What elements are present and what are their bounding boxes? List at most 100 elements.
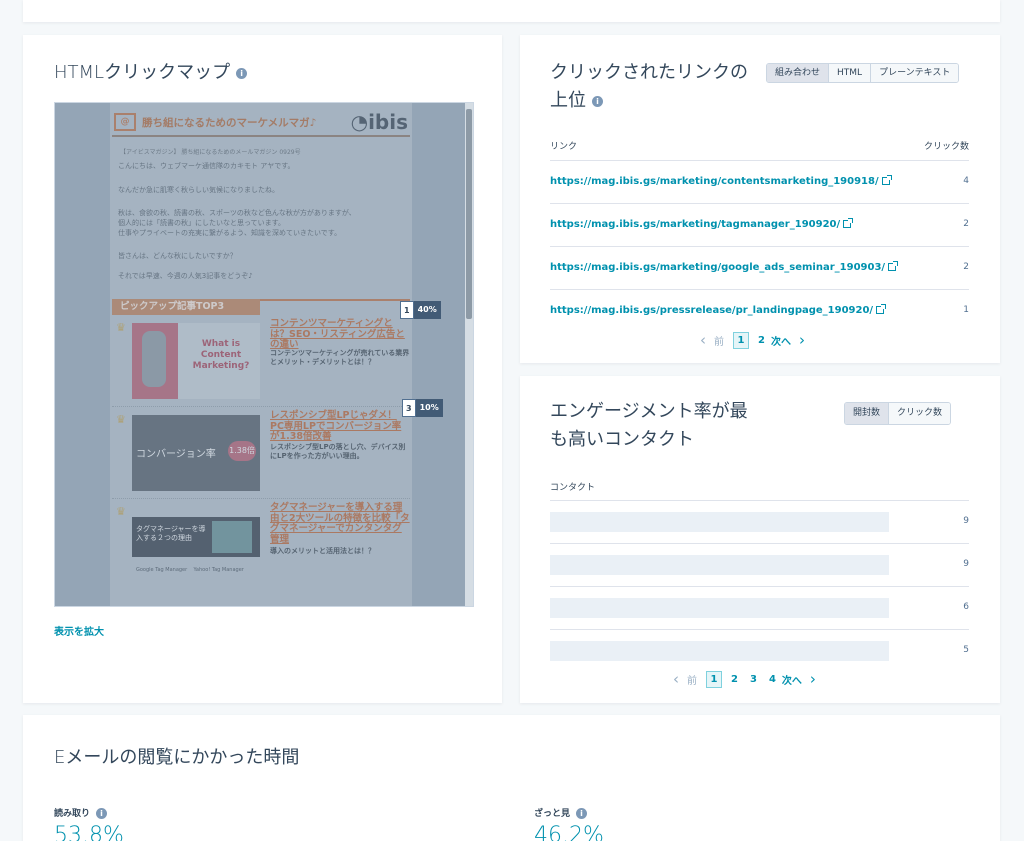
email-paragraph: なんだか急に肌寒く秋らしい気候になりましたね。 — [118, 186, 279, 194]
email-paragraph: それでは早速、今週の人気3記事をどうぞ♪ — [118, 272, 253, 280]
thumbnail-caption: Google Tag Manager Yahoo! Tag Manager — [136, 567, 244, 573]
table-row: 6 — [550, 586, 969, 629]
contact-placeholder[interactable] — [550, 641, 889, 661]
crown-icon: ♛ — [116, 505, 126, 518]
toggle-html[interactable]: HTML — [829, 64, 872, 82]
toggle-combined[interactable]: 組み合わせ — [767, 64, 830, 82]
expand-view-link[interactable]: 表示を拡大 — [54, 623, 104, 638]
top-card — [23, 0, 1000, 22]
contact-placeholder[interactable] — [550, 512, 889, 532]
engagement-title: エンゲージメント率が最 も高いコンタクト — [550, 401, 748, 450]
scrollbar[interactable] — [465, 103, 473, 606]
click-percent: 10% — [415, 399, 443, 417]
ibis-logo: ◔ibis — [350, 110, 408, 134]
external-link-icon — [881, 175, 892, 185]
page-3-button[interactable]: 3 — [750, 674, 757, 685]
crown-icon: ♛ — [116, 321, 126, 334]
email-paragraph: 皆さんは、どんな秋にしたいですか？ — [118, 252, 237, 260]
click-percent: 40% — [413, 301, 441, 319]
thumbnail-badge: 1.38倍 — [228, 441, 256, 461]
contact-placeholder[interactable] — [550, 598, 889, 618]
page-4-button[interactable]: 4 — [769, 674, 776, 685]
table-row: 9 — [550, 543, 969, 586]
read-time-title: Eメールの閲覧にかかった時間 — [54, 747, 300, 768]
article-title-link[interactable]: レスポンシブ型LPじゃダメ！PC専用LPでコンバージョン率が1.38倍改善 — [270, 410, 410, 443]
article-title-link[interactable]: タグマネージャーを導入する理由と2大ツールの特徴を比較「タグマネージャーでカンタ… — [270, 502, 410, 545]
top-links-title: クリックされたリンクの 上位 i — [550, 62, 748, 111]
click-count: 2 — [963, 219, 969, 229]
email-header: @ 勝ち組になるためのマーケメルマガ♪ ◔ibis — [112, 109, 410, 137]
click-map-title: HTMLクリックマップ i — [54, 59, 248, 87]
mail-logo-icon: @ — [114, 113, 136, 131]
info-icon[interactable]: i — [576, 808, 588, 819]
chevron-left-icon[interactable]: ‹ — [673, 670, 679, 688]
prev-page-button[interactable]: 前 — [687, 672, 697, 687]
engagement-value: 6 — [963, 602, 969, 612]
column-header-clicks: クリック数 — [923, 142, 969, 152]
article-item[interactable]: ♛ What is Content Marketing? コンテンツマーケティン… — [112, 317, 410, 407]
engagement-value: 5 — [963, 645, 969, 655]
pagination: ‹ 前 1 2 次へ › — [692, 331, 813, 349]
click-count: 4 — [963, 176, 969, 186]
article-title-link[interactable]: コンテンツマーケティングとは？SEO・リスティング広告との違い — [270, 318, 410, 351]
table-row: 5 — [550, 629, 969, 665]
thumbnail-text: タグマネージャーを導入する２つの理由 — [136, 525, 206, 542]
page-2-button[interactable]: 2 — [758, 335, 765, 346]
click-count: 2 — [963, 262, 969, 272]
thumbnail-text: What is Content Marketing? — [192, 339, 250, 371]
engagement-toggle[interactable]: 開封数 クリック数 — [844, 402, 952, 425]
read-time-card: Eメールの閲覧にかかった時間 読み取り i 53.8% ざっと見 i 46.2% — [23, 715, 1000, 841]
stat-value-read: 53.8% — [54, 823, 124, 841]
article-item[interactable]: ♛ タグマネージャーを導入する２つの理由 Google Tag Manager … — [112, 501, 410, 591]
external-link-icon — [876, 304, 887, 314]
article-description: コンテンツマーケティングが売れている業界とメリット・デメリットとは！？ — [270, 349, 410, 366]
pickup-heading: ピックアップ記事TOP3 — [112, 299, 260, 315]
top-links-card: クリックされたリンクの 上位 i 組み合わせ HTML プレーンテキスト リンク ク… — [520, 35, 1000, 363]
next-page-button[interactable]: 次へ — [782, 672, 802, 687]
click-badge[interactable]: 1 40% — [400, 301, 441, 319]
engagement-card: エンゲージメント率が最 も高いコンタクト 開封数 クリック数 コンタクト 9 9 … — [520, 376, 1000, 703]
page-2-button[interactable]: 2 — [731, 674, 738, 685]
article-thumbnail: コンバージョン率 1.38倍 — [132, 415, 260, 491]
contact-placeholder[interactable] — [550, 555, 889, 575]
email-paragraph: 秋は、食欲の秋、読書の秋、スポーツの秋など色んな秋が方がありますが、 個人的には… — [118, 209, 356, 237]
email-paragraph: こんにちは、ウェブマーケ通信隊のカキモト アヤです。 — [118, 162, 295, 170]
toggle-clicks[interactable]: クリック数 — [889, 403, 951, 424]
toggle-opens[interactable]: 開封数 — [845, 403, 890, 424]
link-url[interactable]: https://mag.ibis.gs/marketing/contentsma… — [550, 175, 892, 187]
stat-label-skim: ざっと見 i — [534, 806, 588, 819]
engagement-value: 9 — [963, 516, 969, 526]
page-1-button[interactable]: 1 — [706, 670, 722, 688]
link-url[interactable]: https://mag.ibis.gs/marketing/tagmanager… — [550, 218, 854, 230]
table-row: https://mag.ibis.gs/pressrelease/pr_land… — [550, 289, 969, 319]
stat-value-skim: 46.2% — [534, 823, 604, 841]
prev-page-button[interactable]: 前 — [714, 333, 724, 348]
info-icon[interactable]: i — [592, 95, 603, 107]
info-icon[interactable]: i — [236, 67, 248, 79]
article-description: 導入のメリットと活用法とは！？ — [270, 547, 375, 555]
click-count: 1 — [400, 301, 414, 319]
page-1-button[interactable]: 1 — [733, 331, 749, 349]
email-subheader: 【アイビスマガジン】 勝ち組になるためのメールマガジン 0929号 — [120, 149, 301, 156]
table-row: https://mag.ibis.gs/marketing/google_ads… — [550, 246, 969, 289]
link-type-toggle[interactable]: 組み合わせ HTML プレーンテキスト — [766, 63, 960, 83]
email-header-title: 勝ち組になるためのマーケメルマガ♪ — [142, 117, 317, 129]
email-body: @ 勝ち組になるためのマーケメルマガ♪ ◔ibis 【アイビスマガジン】 勝ち組… — [110, 103, 412, 606]
column-header-contact: コンタクト — [550, 483, 596, 493]
info-icon[interactable]: i — [96, 808, 108, 819]
link-url[interactable]: https://mag.ibis.gs/pressrelease/pr_land… — [550, 304, 887, 316]
chevron-left-icon[interactable]: ‹ — [700, 331, 706, 349]
table-row: https://mag.ibis.gs/marketing/contentsma… — [550, 160, 969, 203]
external-link-icon — [888, 261, 899, 271]
engagement-value: 9 — [963, 559, 969, 569]
chevron-right-icon[interactable]: › — [810, 670, 816, 688]
chevron-right-icon[interactable]: › — [799, 331, 805, 349]
scrollbar-thumb[interactable] — [466, 109, 472, 319]
next-page-button[interactable]: 次へ — [771, 333, 791, 348]
click-badge[interactable]: 3 10% — [402, 399, 443, 417]
toggle-plain-text[interactable]: プレーンテキスト — [871, 64, 959, 82]
email-preview[interactable]: @ 勝ち組になるためのマーケメルマガ♪ ◔ibis 【アイビスマガジン】 勝ち組… — [54, 102, 474, 607]
link-url[interactable]: https://mag.ibis.gs/marketing/google_ads… — [550, 261, 899, 273]
article-item[interactable]: ♛ コンバージョン率 1.38倍 レスポンシブ型LPじゃダメ！PC専用LPでコン… — [112, 409, 410, 499]
crown-icon: ♛ — [116, 413, 126, 426]
